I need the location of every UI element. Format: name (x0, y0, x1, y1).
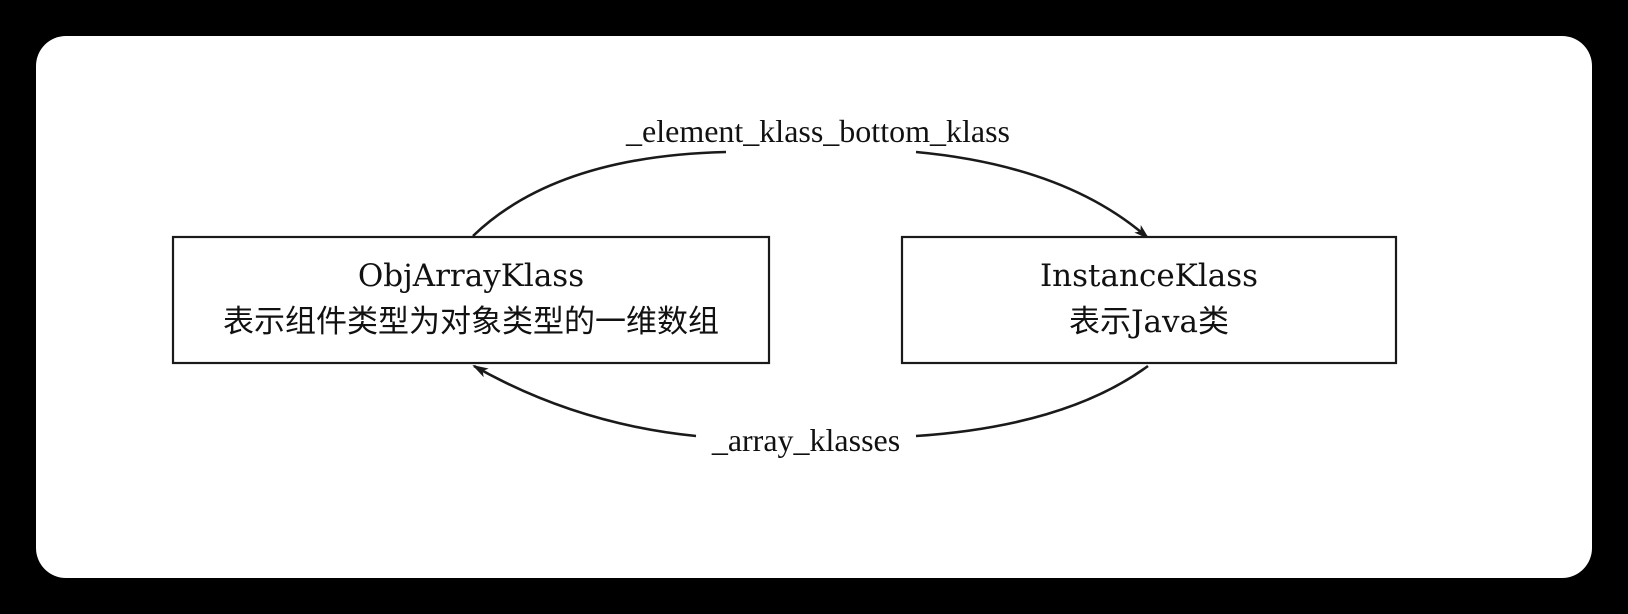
node-instance-klass: InstanceKlass 表示Java类 (900, 235, 1398, 365)
edge-element-klass-line (472, 150, 727, 237)
node-instance-klass-box (900, 235, 1398, 365)
node-instance-klass-description: 表示Java类 (1069, 304, 1229, 340)
diagram-canvas: _element_klass_bottom_klass _array_klass… (36, 36, 1592, 578)
node-obj-array-klass-box (171, 235, 771, 365)
node-obj-array-klass-description: 表示组件类型为对象类型的一维数组 (223, 304, 719, 340)
class-relationship-diagram: _element_klass_bottom_klass _array_klass… (171, 113, 1398, 458)
edge-array-klasses-label: _array_klasses (711, 422, 900, 458)
edge-array-klasses: _array_klasses (472, 364, 1149, 458)
edge-array-klasses-line (915, 364, 1149, 438)
edge-element-klass: _element_klass_bottom_klass (472, 113, 1150, 240)
node-instance-klass-title: InstanceKlass (1040, 258, 1258, 294)
edge-element-klass-label: _element_klass_bottom_klass (625, 113, 1010, 149)
edge-element-klass-arrow-line (915, 150, 1150, 240)
node-obj-array-klass-title: ObjArrayKlass (358, 258, 584, 294)
edge-array-klasses-arrow-line (472, 364, 697, 438)
node-obj-array-klass: ObjArrayKlass 表示组件类型为对象类型的一维数组 (171, 235, 771, 365)
